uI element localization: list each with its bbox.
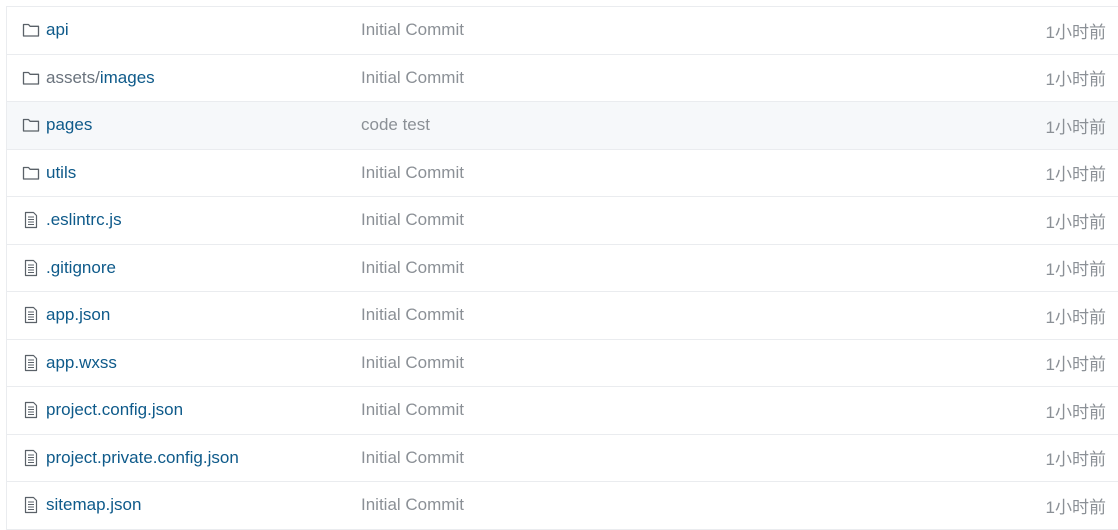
file-name: .gitignore: [46, 257, 116, 277]
file-row[interactable]: .eslintrc.js Initial Commit 1小时前: [7, 197, 1118, 245]
file-row[interactable]: app.json Initial Commit 1小时前: [7, 292, 1118, 340]
file-name-link[interactable]: api: [46, 20, 69, 40]
file-name-cell: .gitignore: [22, 258, 116, 278]
file-name-link[interactable]: app.wxss: [46, 353, 117, 373]
file-name-cell: .eslintrc.js: [22, 210, 122, 230]
commit-time: 1小时前: [1045, 117, 1106, 137]
commit-time: 1小时前: [1045, 70, 1106, 90]
file-icon: [22, 496, 40, 514]
file-name: app.wxss: [46, 352, 117, 372]
file-row[interactable]: project.private.config.json Initial Comm…: [7, 435, 1118, 482]
file-icon: [22, 259, 40, 277]
file-name: app.json: [46, 305, 111, 325]
file-name-link[interactable]: utils: [46, 163, 76, 183]
commit-message-link[interactable]: Initial Commit: [361, 210, 464, 230]
commit-message-link[interactable]: Initial Commit: [361, 20, 464, 40]
commit-message-link[interactable]: Initial Commit: [361, 353, 464, 373]
file-name-cell: pages: [22, 115, 92, 135]
commit-message-link[interactable]: Initial Commit: [361, 495, 464, 515]
file-name: api: [46, 20, 69, 40]
commit-time: 1小时前: [1045, 212, 1106, 232]
file-name: images: [99, 67, 155, 87]
file-name: project.private.config.json: [46, 447, 239, 467]
commit-message-link[interactable]: Initial Commit: [361, 68, 464, 88]
commit-message-link[interactable]: Initial Commit: [361, 258, 464, 278]
file-name-cell: project.config.json: [22, 400, 183, 420]
file-icon: [22, 306, 40, 324]
file-row[interactable]: api Initial Commit 1小时前: [7, 7, 1118, 55]
file-icon: [22, 354, 40, 372]
commit-message-link[interactable]: Initial Commit: [361, 448, 464, 468]
file-name-cell: api: [22, 20, 69, 40]
folder-icon: [22, 69, 40, 87]
file-name: .eslintrc.js: [46, 210, 122, 230]
file-name-link[interactable]: app.json: [46, 305, 110, 325]
file-name-link[interactable]: sitemap.json: [46, 495, 141, 515]
file-name-link[interactable]: pages: [46, 115, 92, 135]
file-name-link[interactable]: project.config.json: [46, 400, 183, 420]
file-name-cell: app.wxss: [22, 353, 117, 373]
commit-message-link[interactable]: code test: [361, 115, 430, 135]
commit-time: 1小时前: [1045, 497, 1106, 517]
commit-time: 1小时前: [1045, 260, 1106, 280]
file-row[interactable]: project.config.json Initial Commit 1小时前: [7, 387, 1118, 435]
commit-message-link[interactable]: Initial Commit: [361, 305, 464, 325]
file-name-cell: sitemap.json: [22, 495, 141, 515]
file-name-cell: assets/images: [22, 68, 155, 88]
commit-time: 1小时前: [1045, 355, 1106, 375]
commit-message-link[interactable]: Initial Commit: [361, 163, 464, 183]
folder-icon: [22, 116, 40, 134]
file-row[interactable]: app.wxss Initial Commit 1小时前: [7, 340, 1118, 387]
file-row[interactable]: .gitignore Initial Commit 1小时前: [7, 245, 1118, 292]
commit-time: 1小时前: [1045, 450, 1106, 470]
commit-message-link[interactable]: Initial Commit: [361, 400, 464, 420]
commit-time: 1小时前: [1045, 402, 1106, 422]
file-icon: [22, 401, 40, 419]
commit-time: 1小时前: [1045, 22, 1106, 42]
file-row[interactable]: sitemap.json Initial Commit 1小时前: [7, 482, 1118, 530]
file-name-cell: project.private.config.json: [22, 448, 239, 468]
commit-time: 1小时前: [1045, 165, 1106, 185]
file-icon: [22, 449, 40, 467]
file-name-link[interactable]: assets/images: [46, 68, 155, 88]
file-name-link[interactable]: .eslintrc.js: [46, 210, 122, 230]
folder-icon: [22, 21, 40, 39]
file-name: project.config.json: [46, 400, 184, 420]
file-row[interactable]: pages code test 1小时前: [7, 102, 1118, 150]
file-name: pages: [46, 115, 93, 135]
commit-time: 1小时前: [1045, 307, 1106, 327]
file-icon: [22, 211, 40, 229]
file-list-table: api Initial Commit 1小时前 assets/images In…: [6, 6, 1118, 530]
folder-icon: [22, 164, 40, 182]
file-name: utils: [46, 162, 77, 182]
file-name: sitemap.json: [46, 495, 142, 515]
file-name-cell: utils: [22, 163, 76, 183]
file-name-link[interactable]: .gitignore: [46, 258, 116, 278]
file-row[interactable]: assets/images Initial Commit 1小时前: [7, 55, 1118, 102]
file-name-link[interactable]: project.private.config.json: [46, 448, 239, 468]
file-name-cell: app.json: [22, 305, 110, 325]
path-prefix: assets/: [46, 67, 100, 87]
file-row[interactable]: utils Initial Commit 1小时前: [7, 150, 1118, 197]
